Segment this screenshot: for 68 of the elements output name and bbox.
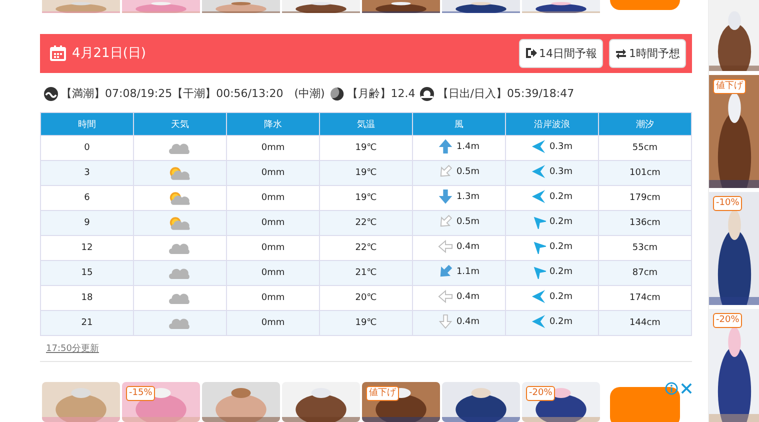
table-cell: 21℃ (320, 260, 412, 286)
table-cell: 9 (40, 210, 134, 236)
column-header: 風 (412, 112, 506, 136)
wave-height: 0.2m (549, 216, 573, 226)
wind-speed: 1.3m (456, 192, 480, 202)
discount-badge: -15% (126, 386, 156, 401)
wave-height: 0.2m (549, 316, 573, 326)
wave-icon (44, 86, 58, 101)
table-cell: 101cm (598, 160, 692, 186)
tide-info: 【月齢】12.4 (346, 86, 416, 102)
wind-speed: 0.4m (456, 292, 480, 302)
wind-speed: 0.5m (456, 166, 480, 176)
table-cell: 3 (40, 160, 134, 186)
table-cell: 0mm (226, 310, 320, 336)
forecast-button[interactable]: 1時間予想 (609, 38, 686, 68)
column-header: 時間 (40, 112, 134, 136)
table-cell: 144cm (598, 310, 692, 336)
sun-cloud-icon (169, 166, 191, 180)
moon-icon (330, 86, 344, 101)
discount-badge: -20% (526, 386, 556, 401)
wave-height: 0.2m (549, 292, 573, 302)
cloud-icon (169, 292, 191, 304)
table-cell: 87cm (598, 260, 692, 286)
wave-height: 0.3m (549, 166, 573, 176)
cloud-icon (169, 242, 191, 254)
cloud-icon (169, 316, 191, 330)
sunrise-icon (420, 86, 434, 101)
wave-height: 0.2m (549, 242, 573, 252)
update-link[interactable]: 17:50分更新 (46, 344, 99, 354)
column-header: 潮汐 (598, 112, 692, 136)
close-icon[interactable] (681, 383, 692, 394)
column-header: 気温 (320, 112, 412, 136)
sun-cloud-icon (169, 190, 191, 206)
wind-speed: 1.4m (456, 142, 480, 152)
exit-icon (525, 47, 537, 60)
discount-badge: -10% (713, 196, 742, 211)
table-cell: 0mm (226, 210, 320, 236)
tide-info: 【満潮】07:08/19:25【干潮】00:56/13:20 (中潮) (61, 86, 325, 102)
table-cell: 0mm (226, 260, 320, 286)
forecast-button[interactable]: 14日間予報 (519, 38, 603, 68)
calendar-icon (50, 45, 66, 62)
table-cell: 15 (40, 260, 134, 286)
wave-height: 0.3m (549, 142, 573, 152)
discount-badge: -20% (713, 312, 742, 328)
date-title: 4月21日(日) (72, 45, 146, 62)
wave-height: 0.2m (549, 266, 573, 276)
cloud-icon (169, 266, 191, 280)
info-icon[interactable] (665, 382, 678, 395)
table-cell: 0mm (226, 160, 320, 186)
table-cell: 19℃ (320, 310, 412, 336)
discount-badge: 値下げ (713, 78, 746, 94)
column-header: 天気 (134, 112, 226, 136)
wind-speed: 1.1m (456, 266, 480, 276)
table-cell: 21 (40, 310, 134, 336)
wind-speed: 0.4m (456, 316, 480, 326)
wave-height: 0.2m (549, 192, 573, 202)
column-header: 沿岸波浪 (506, 112, 598, 136)
table-cell: 22℃ (320, 210, 412, 236)
wind-speed: 0.5m (456, 216, 480, 226)
sun-cloud-icon (169, 216, 191, 230)
swap-icon (615, 47, 627, 60)
column-header: 降水 (226, 112, 320, 136)
discount-badge: 値下げ (366, 386, 399, 401)
cloud-icon (169, 142, 191, 154)
tide-info: 【日出/日入】05:39/18:47 (437, 86, 574, 102)
table-cell: 19℃ (320, 160, 412, 186)
wind-speed: 0.4m (456, 242, 480, 252)
table-cell: 136cm (598, 210, 692, 236)
